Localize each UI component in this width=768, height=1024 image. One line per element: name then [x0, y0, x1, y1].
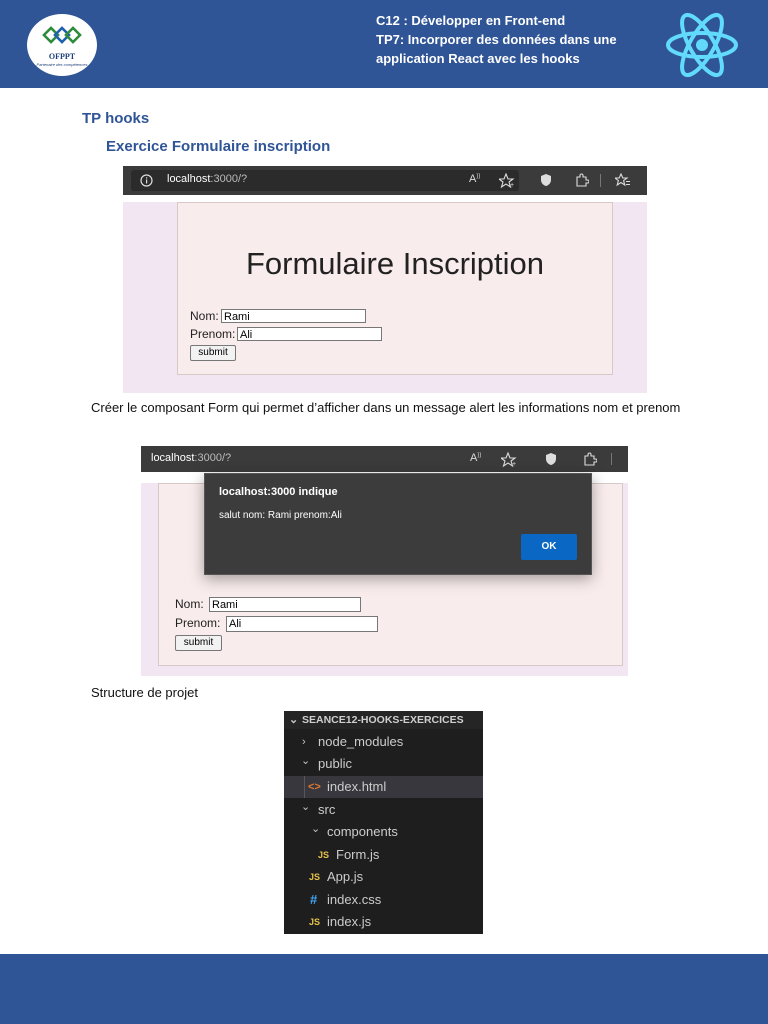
structure-heading: Structure de projet	[91, 685, 198, 700]
submit-button[interactable]: submit	[190, 345, 236, 361]
tree-item-app-js[interactable]: JS App.js	[284, 866, 483, 888]
form-screenshot-1: Formulaire Inscription Nom: Rami Prenom:…	[123, 202, 647, 393]
form-card: Formulaire Inscription Nom: Rami Prenom:…	[177, 202, 613, 375]
ok-button[interactable]: OK	[521, 534, 577, 560]
nom-label-2: Nom:	[175, 597, 204, 611]
form-title: Formulaire Inscription	[245, 246, 545, 281]
prenom-input-2[interactable]: Ali	[226, 616, 378, 632]
browser-url-2: localhost:3000/?	[151, 452, 231, 464]
tree-item-label: index.js	[327, 914, 372, 929]
project-explorer: ⌄ SEANCE12-HOOKS-EXERCICES › node_module…	[284, 711, 483, 934]
explorer-root[interactable]: ⌄ SEANCE12-HOOKS-EXERCICES	[284, 711, 483, 729]
browser-address-bar-2: localhost:3000/? A)) +	[141, 446, 628, 472]
tree-item-node-modules[interactable]: › node_modules	[284, 731, 483, 753]
browser-url: localhost:3000/?	[167, 173, 247, 185]
tree-item-label: src	[318, 802, 336, 817]
tree-item-label: node_modules	[318, 734, 404, 749]
header-line-1: C12 : Développer en Front-end	[376, 13, 566, 28]
chevron-down-icon: ⌄	[301, 755, 311, 767]
page-header: OFPPT Partenaire des compétences C12 : D…	[0, 0, 768, 88]
explorer-root-label: SEANCE12-HOOKS-EXERCICES	[302, 714, 464, 726]
submit-button-2[interactable]: submit	[175, 635, 222, 651]
chevron-down-icon: ⌄	[301, 801, 311, 813]
favorite-add-icon: +	[499, 173, 515, 188]
alert-message: salut nom: Rami prenom:Ali	[219, 510, 342, 521]
tree-item-label: index.css	[327, 892, 382, 907]
url-host-2: localhost	[151, 452, 195, 464]
toolbar-divider	[611, 453, 612, 465]
alert-dialog: localhost:3000 indique salut nom: Rami p…	[204, 473, 592, 575]
tree-item-index-css[interactable]: # index.css	[284, 889, 483, 911]
read-aloud-icon: A))	[469, 173, 481, 185]
react-logo-icon	[666, 12, 738, 78]
tree-item-label: index.html	[327, 779, 387, 794]
chevron-down-icon: ⌄	[289, 714, 299, 726]
header-title: C12 : Développer en Front-end TP7: Incor…	[376, 11, 656, 68]
svg-text:+: +	[512, 461, 516, 467]
header-line-3: application React avec les hooks	[376, 51, 580, 66]
logo-text: OFPPT	[48, 52, 76, 61]
js-file-icon: JS	[318, 850, 330, 860]
tree-item-form-js[interactable]: JS Form.js	[284, 844, 483, 866]
exercise-heading: Exercice Formulaire inscription	[106, 138, 331, 155]
js-file-icon: JS	[309, 917, 321, 927]
prenom-label-2: Prenom:	[175, 616, 221, 630]
nom-input[interactable]: Rami	[221, 309, 366, 323]
chevron-down-icon: ⌄	[311, 823, 321, 835]
toolbar-divider	[600, 174, 601, 187]
ofppt-logo: OFPPT Partenaire des compétences	[27, 14, 97, 76]
header-line-2: TP7: Incorporer des données dans une	[376, 32, 617, 47]
favorites-icon	[615, 173, 630, 187]
prenom-input[interactable]: Ali	[237, 327, 382, 341]
tree-item-public[interactable]: ⌄ public	[284, 753, 483, 775]
extensions-icon	[584, 452, 597, 466]
indent-guide	[304, 776, 305, 798]
tree-item-index-js[interactable]: JS index.js	[284, 911, 483, 933]
nom-label: Nom:	[190, 309, 219, 323]
ofppt-logo-icon	[42, 26, 82, 44]
shield-icon	[541, 174, 551, 186]
nom-input-2[interactable]: Rami	[209, 597, 361, 612]
js-file-icon: JS	[309, 872, 321, 882]
prenom-label: Prenom:	[190, 327, 236, 341]
tree-item-label: Form.js	[336, 847, 380, 862]
url-path: :3000/?	[210, 173, 248, 185]
url-host: localhost	[167, 173, 211, 185]
browser-address-bar: localhost:3000/? A)) +	[123, 166, 647, 195]
instruction-paragraph: Créer le composant Form qui permet d’aff…	[91, 400, 681, 415]
shield-icon	[546, 453, 556, 465]
logo-tagline: Partenaire des compétences	[36, 62, 88, 67]
svg-text:+: +	[510, 182, 514, 188]
tree-item-components[interactable]: ⌄ components	[284, 821, 483, 843]
tree-item-label: components	[327, 824, 398, 839]
page-footer	[0, 954, 768, 1024]
favorite-add-icon: +	[501, 452, 517, 467]
tree-item-label: App.js	[327, 869, 364, 884]
extensions-icon	[576, 173, 589, 187]
tree-item-label: public	[318, 756, 352, 771]
alert-title: localhost:3000 indique	[219, 486, 338, 498]
css-file-icon: #	[310, 892, 318, 907]
info-icon	[140, 174, 153, 187]
read-aloud-icon: A))	[470, 452, 482, 464]
html-file-icon: <>	[308, 781, 321, 793]
url-path-2: :3000/?	[194, 452, 232, 464]
section-heading: TP hooks	[82, 110, 150, 127]
tree-item-index-html[interactable]: <> index.html	[284, 776, 483, 798]
